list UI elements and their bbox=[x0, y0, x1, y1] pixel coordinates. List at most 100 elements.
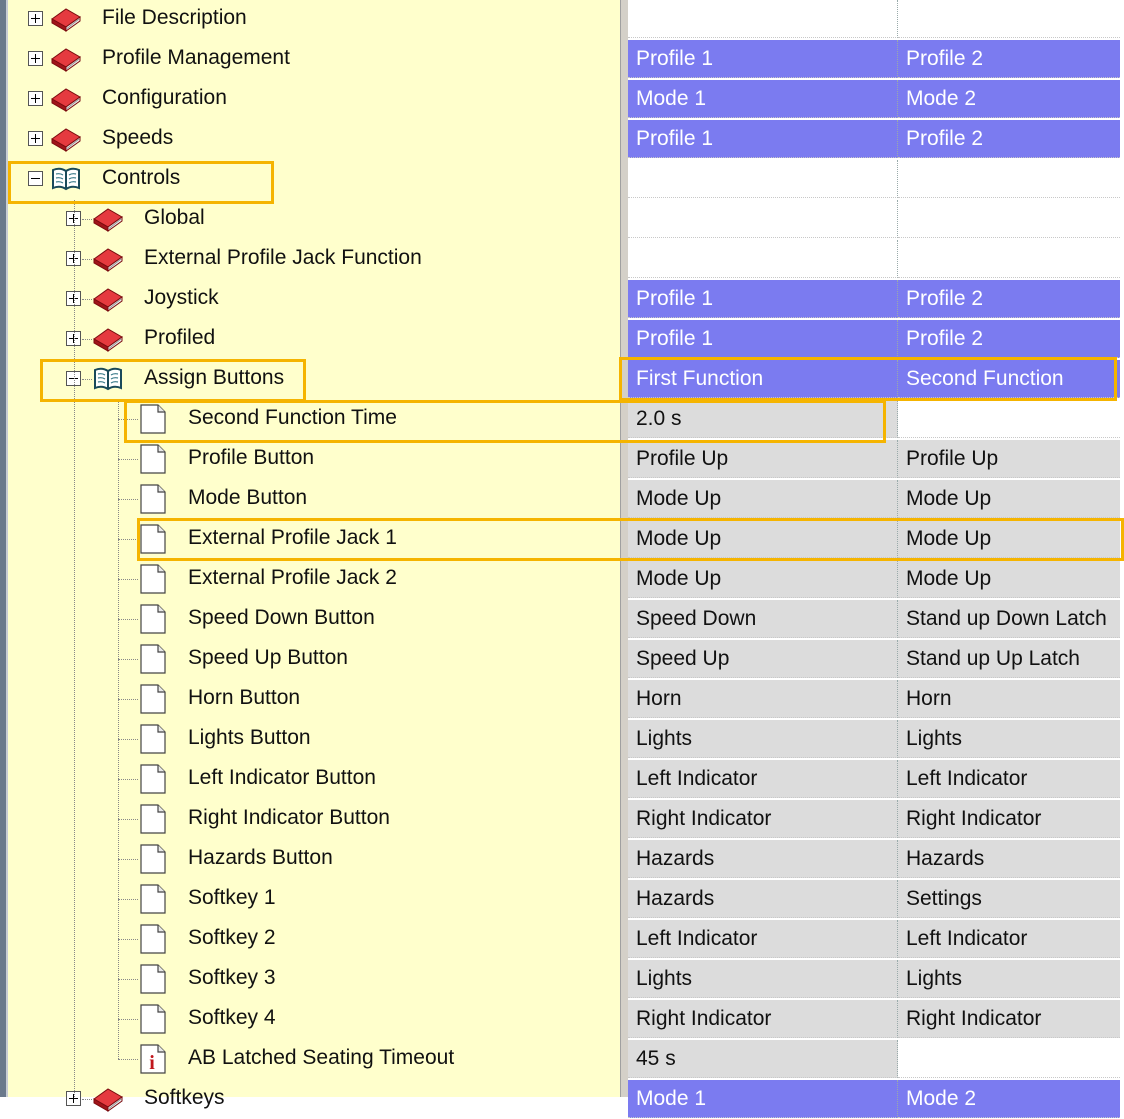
tree-row[interactable]: Profiled Profile 1 Profile 2 bbox=[0, 319, 1124, 359]
tree-row[interactable]: Profile Management Profile 1 Profile 2 bbox=[0, 39, 1124, 79]
value-cell-1[interactable]: Mode Up bbox=[628, 480, 898, 518]
value-cell-2[interactable]: Horn bbox=[898, 680, 1120, 718]
tree-row[interactable]: External Profile Jack Function bbox=[0, 239, 1124, 279]
value-cell-2[interactable] bbox=[898, 1040, 1120, 1078]
value-cell-2[interactable]: Profile 2 bbox=[898, 280, 1120, 318]
value-cell-2[interactable]: Mode 2 bbox=[898, 1080, 1120, 1118]
value-cell-1[interactable]: Left Indicator bbox=[628, 920, 898, 958]
expand-icon[interactable] bbox=[28, 51, 43, 66]
value-cell-2[interactable]: Profile Up bbox=[898, 440, 1120, 478]
tree-item-label[interactable]: Speeds bbox=[102, 119, 173, 159]
value-cell-1[interactable]: Profile 1 bbox=[628, 280, 898, 318]
tree-row[interactable]: Speed Up Button Speed Up Stand up Up Latch bbox=[0, 639, 1124, 679]
value-cell-1[interactable]: Mode 1 bbox=[628, 80, 898, 118]
value-cell-2[interactable]: Lights bbox=[898, 720, 1120, 758]
tree-item-label[interactable]: Softkey 4 bbox=[188, 999, 276, 1039]
value-cell-1[interactable]: Horn bbox=[628, 680, 898, 718]
value-cell-1[interactable]: Profile 1 bbox=[628, 120, 898, 158]
tree-row[interactable]: Softkey 4 Right Indicator Right Indicator bbox=[0, 999, 1124, 1039]
value-cell-2[interactable] bbox=[898, 160, 1120, 198]
value-cell-2[interactable]: Stand up Up Latch bbox=[898, 640, 1120, 678]
tree-item-label[interactable]: Speed Down Button bbox=[188, 599, 375, 639]
tree-item-label[interactable]: Softkey 3 bbox=[188, 959, 276, 999]
value-cell-1[interactable]: Right Indicator bbox=[628, 1000, 898, 1038]
tree-row[interactable]: External Profile Jack 2 Mode Up Mode Up bbox=[0, 559, 1124, 599]
value-cell-2[interactable]: Mode Up bbox=[898, 560, 1120, 598]
tree-row[interactable]: Softkeys Mode 1 Mode 2 bbox=[0, 1079, 1124, 1119]
tree-item-label[interactable]: Profile Management bbox=[102, 39, 290, 79]
tree-row[interactable]: Speeds Profile 1 Profile 2 bbox=[0, 119, 1124, 159]
value-cell-1[interactable]: Left Indicator bbox=[628, 760, 898, 798]
tree-item-label[interactable]: AB Latched Seating Timeout bbox=[188, 1039, 454, 1079]
tree-item-label[interactable]: Global bbox=[144, 199, 205, 239]
value-cell-2[interactable]: Left Indicator bbox=[898, 760, 1120, 798]
tree-item-label[interactable]: Horn Button bbox=[188, 679, 300, 719]
tree-row[interactable]: Horn Button Horn Horn bbox=[0, 679, 1124, 719]
tree-item-label[interactable]: Softkey 2 bbox=[188, 919, 276, 959]
value-cell-2[interactable]: Settings bbox=[898, 880, 1120, 918]
value-cell-2[interactable]: Profile 2 bbox=[898, 120, 1120, 158]
value-cell-1[interactable]: Lights bbox=[628, 960, 898, 998]
tree-row[interactable]: Softkey 3 Lights Lights bbox=[0, 959, 1124, 999]
value-cell-2[interactable]: Mode Up bbox=[898, 480, 1120, 518]
tree-item-label[interactable]: Lights Button bbox=[188, 719, 311, 759]
tree-row[interactable]: Global bbox=[0, 199, 1124, 239]
expand-icon[interactable] bbox=[28, 11, 43, 26]
value-cell-2[interactable]: Mode 2 bbox=[898, 80, 1120, 118]
tree-row[interactable]: Mode Button Mode Up Mode Up bbox=[0, 479, 1124, 519]
value-cell-2[interactable] bbox=[898, 200, 1120, 238]
value-cell-2[interactable]: Lights bbox=[898, 960, 1120, 998]
value-cell-2[interactable] bbox=[898, 400, 1120, 438]
tree-row[interactable]: i AB Latched Seating Timeout 45 s bbox=[0, 1039, 1124, 1079]
tree-item-label[interactable]: Mode Button bbox=[188, 479, 307, 519]
value-cell-1[interactable] bbox=[628, 200, 898, 238]
tree-item-label[interactable]: Speed Up Button bbox=[188, 639, 348, 679]
tree-item-label[interactable]: Configuration bbox=[102, 79, 227, 119]
tree-item-label[interactable]: Left Indicator Button bbox=[188, 759, 376, 799]
value-cell-2[interactable]: Right Indicator bbox=[898, 1000, 1120, 1038]
tree-item-label[interactable]: Joystick bbox=[144, 279, 219, 319]
tree-item-label[interactable]: Profiled bbox=[144, 319, 215, 359]
value-cell-1[interactable]: Hazards bbox=[628, 880, 898, 918]
value-cell-1[interactable]: Profile 1 bbox=[628, 40, 898, 78]
tree-item-label[interactable]: External Profile Jack 2 bbox=[188, 559, 397, 599]
tree-item-label[interactable]: External Profile Jack Function bbox=[144, 239, 422, 279]
value-cell-2[interactable]: Stand up Down Latch bbox=[898, 600, 1120, 638]
value-cell-2[interactable]: Profile 2 bbox=[898, 320, 1120, 358]
tree-row[interactable]: Right Indicator Button Right Indicator Rig… bbox=[0, 799, 1124, 839]
value-cell-2[interactable]: Profile 2 bbox=[898, 40, 1120, 78]
value-cell-1[interactable]: Right Indicator bbox=[628, 800, 898, 838]
value-cell-1[interactable]: Profile Up bbox=[628, 440, 898, 478]
tree-row[interactable]: Speed Down Button Speed Down Stand up Down… bbox=[0, 599, 1124, 639]
value-cell-1[interactable]: 45 s bbox=[628, 1040, 898, 1078]
tree-item-label[interactable]: Softkeys bbox=[144, 1079, 225, 1119]
tree-row[interactable]: Hazards Button Hazards Hazards bbox=[0, 839, 1124, 879]
value-cell-1[interactable]: Speed Down bbox=[628, 600, 898, 638]
value-cell-1[interactable]: Mode 1 bbox=[628, 1080, 898, 1118]
tree-row[interactable]: Configuration Mode 1 Mode 2 bbox=[0, 79, 1124, 119]
value-cell-1[interactable]: Mode Up bbox=[628, 560, 898, 598]
value-cell-1[interactable]: Profile 1 bbox=[628, 320, 898, 358]
value-cell-1[interactable] bbox=[628, 0, 898, 38]
expand-icon[interactable] bbox=[28, 91, 43, 106]
tree-item-label[interactable]: Hazards Button bbox=[188, 839, 333, 879]
tree-row[interactable]: Lights Button Lights Lights bbox=[0, 719, 1124, 759]
tree-item-label[interactable]: Right Indicator Button bbox=[188, 799, 390, 839]
value-cell-2[interactable]: Right Indicator bbox=[898, 800, 1120, 838]
tree-row[interactable]: File Description bbox=[0, 0, 1124, 39]
value-cell-2[interactable]: Left Indicator bbox=[898, 920, 1120, 958]
value-cell-1[interactable]: Speed Up bbox=[628, 640, 898, 678]
value-cell-2[interactable]: Hazards bbox=[898, 840, 1120, 878]
tree-item-label[interactable]: File Description bbox=[102, 0, 247, 39]
value-cell-1[interactable] bbox=[628, 160, 898, 198]
tree-row[interactable]: Softkey 2 Left Indicator Left Indicator bbox=[0, 919, 1124, 959]
tree-item-label[interactable]: Softkey 1 bbox=[188, 879, 276, 919]
value-cell-2[interactable] bbox=[898, 0, 1120, 38]
value-cell-1[interactable]: Hazards bbox=[628, 840, 898, 878]
value-cell-1[interactable]: Lights bbox=[628, 720, 898, 758]
tree-row[interactable]: Left Indicator Button Left Indicator Left … bbox=[0, 759, 1124, 799]
tree-row[interactable]: Joystick Profile 1 Profile 2 bbox=[0, 279, 1124, 319]
value-cell-1[interactable] bbox=[628, 240, 898, 278]
value-cell-2[interactable] bbox=[898, 240, 1120, 278]
tree-row[interactable]: Softkey 1 Hazards Settings bbox=[0, 879, 1124, 919]
